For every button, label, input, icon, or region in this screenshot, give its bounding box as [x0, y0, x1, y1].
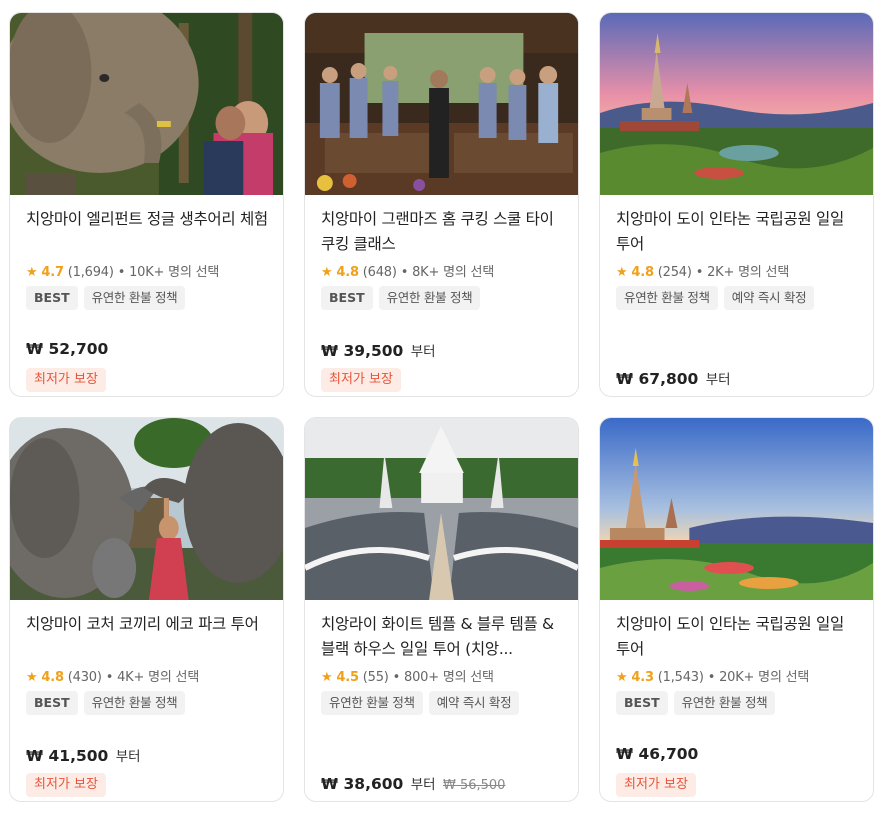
price-suffix: 부터 — [410, 777, 436, 793]
tag-best: BEST — [321, 286, 373, 310]
product-card[interactable]: 치앙마이 코처 코끼리 에코 파크 투어 ★ 4.8 (430) • 4K+ 명… — [9, 417, 284, 802]
tag-list: BEST 유연한 환불 정책 — [26, 691, 186, 715]
rating-row: ★ 4.7 (1,694) • 10K+ 명의 선택 — [26, 261, 219, 280]
price: ₩ 39,500 부터 — [321, 340, 436, 360]
tag-flexible-refund: 유연한 환불 정책 — [321, 691, 423, 715]
lowest-price-badge: 최저가 보장 — [26, 368, 106, 392]
lowest-price-badge: 최저가 보장 — [26, 773, 106, 797]
price-suffix: 부터 — [115, 749, 141, 765]
product-card[interactable]: 치앙마이 그랜마즈 홈 쿠킹 스쿨 타이 쿠킹 클래스 ★ 4.8 (648) … — [304, 12, 579, 397]
price: ₩ 38,600 부터 ₩ 56,500 — [321, 773, 505, 793]
tag-list: BEST 유연한 환불 정책 — [321, 286, 481, 310]
price: ₩ 52,700 — [26, 340, 108, 358]
price-value: ₩ 67,800 — [616, 370, 699, 388]
selected-count: • 10K+ 명의 선택 — [117, 265, 220, 280]
rating-row: ★ 4.3 (1,543) • 20K+ 명의 선택 — [616, 666, 809, 685]
tag-list: BEST 유연한 환불 정책 — [26, 286, 186, 310]
price: ₩ 67,800 부터 — [616, 368, 731, 388]
rating-score: 4.8 — [631, 265, 654, 280]
price-suffix: 부터 — [410, 344, 436, 360]
tag-flexible-refund: 유연한 환불 정책 — [378, 286, 481, 310]
price: ₩ 41,500 부터 — [26, 745, 141, 765]
product-card[interactable]: 치앙마이 엘리펀트 정글 생추어리 체험 ★ 4.7 (1,694) • 10K… — [9, 12, 284, 397]
product-image-elephant-feeding[interactable] — [10, 13, 283, 195]
selected-count: • 2K+ 명의 선택 — [695, 265, 790, 280]
product-title[interactable]: 치앙마이 그랜마즈 홈 쿠킹 스쿨 타이 쿠킹 클래스 — [321, 207, 566, 257]
product-image-pagoda-sunset[interactable] — [600, 13, 873, 195]
product-card[interactable]: 치앙마이 도이 인타논 국립공원 일일 투어 ★ 4.3 (1,543) • 2… — [599, 417, 874, 802]
product-card[interactable]: 치앙마이 도이 인타논 국립공원 일일 투어 ★ 4.8 (254) • 2K+… — [599, 12, 874, 397]
selected-count: • 20K+ 명의 선택 — [707, 670, 810, 685]
star-icon: ★ — [616, 265, 628, 280]
lowest-price-badge: 최저가 보장 — [616, 773, 696, 797]
tag-list: BEST 유연한 환불 정책 — [616, 691, 776, 715]
rating-score: 4.8 — [336, 265, 359, 280]
tag-instant-confirm: 예약 즉시 확정 — [723, 286, 815, 310]
price-suffix: 부터 — [705, 372, 731, 388]
price-value: ₩ 39,500 — [321, 342, 404, 360]
price-value: ₩ 41,500 — [26, 747, 109, 765]
star-icon: ★ — [616, 670, 628, 685]
product-image-elephant-park[interactable] — [10, 418, 283, 600]
rating-score: 4.7 — [41, 265, 64, 280]
price: ₩ 46,700 — [616, 745, 698, 763]
review-count: (430) — [67, 670, 102, 685]
tag-best: BEST — [26, 691, 78, 715]
tag-flexible-refund: 유연한 환불 정책 — [616, 286, 718, 310]
tag-flexible-refund: 유연한 환불 정책 — [673, 691, 776, 715]
tag-flexible-refund: 유연한 환불 정책 — [83, 691, 186, 715]
tag-list: 유연한 환불 정책 예약 즉시 확정 — [321, 691, 520, 715]
product-card[interactable]: 치앙라이 화이트 템플 & 블루 템플 & 블랙 하우스 일일 투어 (치앙..… — [304, 417, 579, 802]
star-icon: ★ — [321, 265, 333, 280]
selected-count: • 4K+ 명의 선택 — [105, 670, 200, 685]
tag-list: 유연한 환불 정책 예약 즉시 확정 — [616, 286, 815, 310]
product-image-white-temple[interactable] — [305, 418, 578, 600]
selected-count: • 8K+ 명의 선택 — [400, 265, 495, 280]
rating-score: 4.8 — [41, 670, 64, 685]
product-title[interactable]: 치앙마이 도이 인타논 국립공원 일일 투어 — [616, 612, 861, 662]
tag-best: BEST — [26, 286, 78, 310]
tag-instant-confirm: 예약 즉시 확정 — [428, 691, 520, 715]
review-count: (648) — [362, 265, 397, 280]
rating-row: ★ 4.8 (430) • 4K+ 명의 선택 — [26, 666, 199, 685]
lowest-price-badge: 최저가 보장 — [321, 368, 401, 392]
rating-score: 4.3 — [631, 670, 654, 685]
tag-best: BEST — [616, 691, 668, 715]
product-title[interactable]: 치앙마이 코처 코끼리 에코 파크 투어 — [26, 612, 271, 637]
product-image-cooking-class[interactable] — [305, 13, 578, 195]
rating-row: ★ 4.8 (648) • 8K+ 명의 선택 — [321, 261, 494, 280]
rating-score: 4.5 — [336, 670, 359, 685]
original-price: ₩ 56,500 — [442, 778, 506, 793]
price-value: ₩ 52,700 — [26, 340, 109, 358]
product-title[interactable]: 치앙마이 엘리펀트 정글 생추어리 체험 — [26, 207, 271, 232]
product-title[interactable]: 치앙라이 화이트 템플 & 블루 템플 & 블랙 하우스 일일 투어 (치앙..… — [321, 612, 566, 662]
star-icon: ★ — [26, 670, 38, 685]
price-value: ₩ 38,600 — [321, 775, 404, 793]
price-value: ₩ 46,700 — [616, 745, 699, 763]
review-count: (55) — [362, 670, 389, 685]
review-count: (254) — [657, 265, 692, 280]
selected-count: • 800+ 명의 선택 — [392, 670, 494, 685]
product-grid: 치앙마이 엘리펀트 정글 생추어리 체험 ★ 4.7 (1,694) • 10K… — [0, 0, 881, 813]
rating-row: ★ 4.8 (254) • 2K+ 명의 선택 — [616, 261, 789, 280]
tag-flexible-refund: 유연한 환불 정책 — [83, 286, 186, 310]
product-image-pagoda-garden[interactable] — [600, 418, 873, 600]
rating-row: ★ 4.5 (55) • 800+ 명의 선택 — [321, 666, 494, 685]
review-count: (1,694) — [67, 265, 114, 280]
product-title[interactable]: 치앙마이 도이 인타논 국립공원 일일 투어 — [616, 207, 861, 257]
star-icon: ★ — [26, 265, 38, 280]
star-icon: ★ — [321, 670, 333, 685]
review-count: (1,543) — [657, 670, 704, 685]
